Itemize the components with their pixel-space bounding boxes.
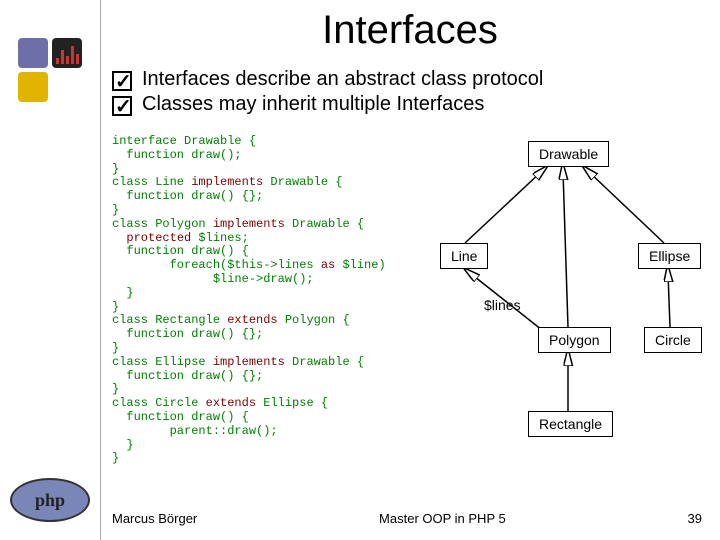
slide: php Interfaces Interfaces describe an ab… [0,0,720,540]
slide-title: Interfaces [120,8,700,53]
logo-grid-icon [18,38,82,102]
check-icon [112,96,132,116]
diagram-box-line: Line [440,243,488,269]
footer-page-number: 39 [688,511,702,526]
php-logo-icon: php [10,478,90,522]
divider [100,0,101,540]
diagram-box-ellipse: Ellipse [638,243,701,269]
footer-author: Marcus Börger [112,511,197,526]
logo-square [52,72,82,102]
diagram-label-lines: $lines [484,297,521,313]
bullet-item: Classes may inherit multiple Interfaces [112,93,702,116]
diagram-box-drawable: Drawable [528,141,609,167]
bullet-text: Classes may inherit multiple Interfaces [142,93,484,116]
footer-center: Master OOP in PHP 5 [379,511,506,526]
diagram-box-circle: Circle [644,327,702,353]
footer: Marcus Börger Master OOP in PHP 5 39 [112,511,702,526]
logo-square [18,72,48,102]
bullet-item: Interfaces describe an abstract class pr… [112,68,702,91]
bullet-list: Interfaces describe an abstract class pr… [112,68,702,118]
check-icon [112,71,132,91]
diagram-box-polygon: Polygon [538,327,611,353]
logo-square-chart-icon [52,38,82,68]
logo-square [18,38,48,68]
code-block: interface Drawable { function draw(); } … [112,135,386,466]
diagram-box-rectangle: Rectangle [528,411,613,437]
class-diagram: Drawable Line Ellipse Polygon Circle Rec… [420,135,710,465]
sidebar: php [0,0,100,540]
bullet-text: Interfaces describe an abstract class pr… [142,68,543,91]
